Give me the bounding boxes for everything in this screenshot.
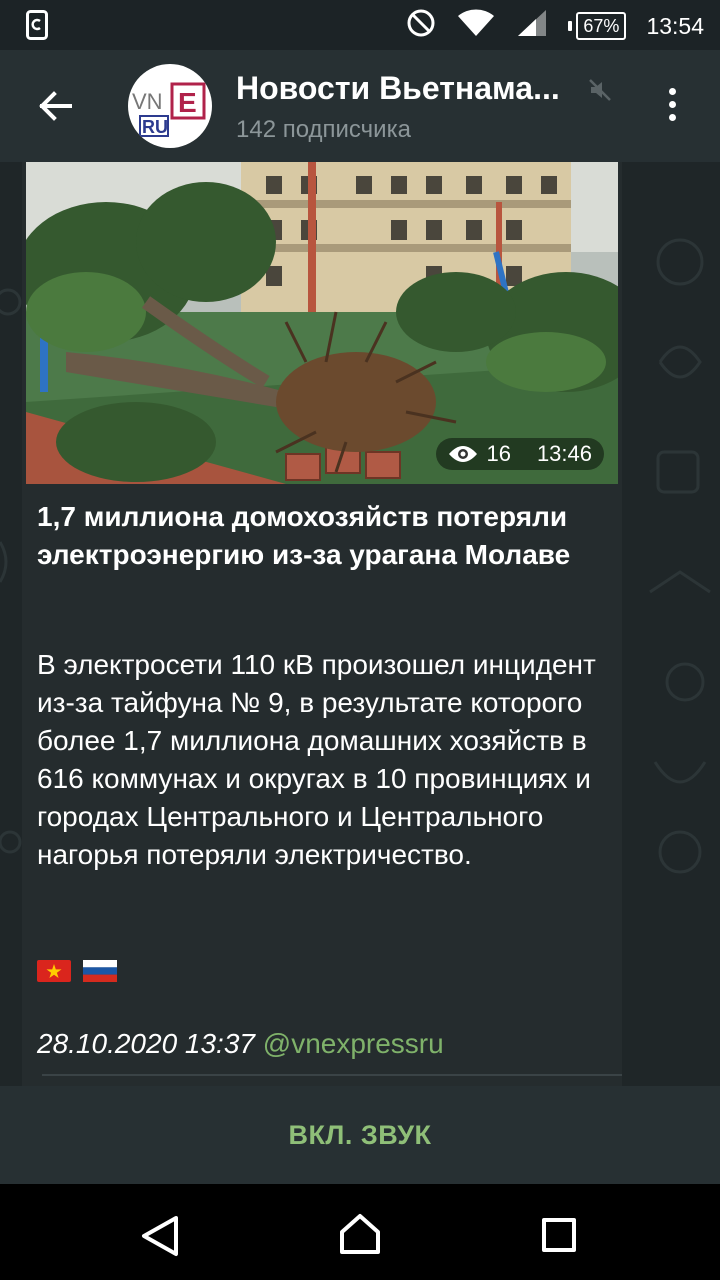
do-not-disturb-icon: [406, 8, 436, 44]
battery-tip-icon: [568, 21, 573, 31]
notification-icon: [26, 10, 48, 45]
battery-indicator: 67%: [568, 12, 627, 40]
wifi-icon: [456, 8, 496, 44]
channel-avatar[interactable]: VN E RU: [128, 64, 212, 148]
message-bubble[interactable]: 16 13:46 1,7 миллиона домохозяйств потер…: [22, 162, 622, 1086]
more-menu-icon[interactable]: [664, 88, 680, 128]
subscriber-count: 142 подписчика: [236, 116, 411, 143]
background-doodle-icon: [0, 288, 22, 854]
post-headline: 1,7 миллиона домохозяйств потеряли элект…: [37, 501, 571, 570]
nav-recents-icon[interactable]: [542, 1218, 576, 1252]
eye-icon: [449, 446, 478, 462]
channel-handle-link[interactable]: @vnexpressru: [263, 1028, 444, 1059]
avatar-vn-text: VN: [132, 89, 163, 114]
view-count-badge: 16 13:46: [436, 438, 604, 470]
muted-icon: [588, 78, 612, 107]
avatar-ru-text: RU: [142, 117, 168, 137]
avatar-e-text: E: [178, 87, 197, 118]
back-arrow-icon[interactable]: [34, 84, 78, 128]
unmute-button[interactable]: ВКЛ. ЗВУК: [288, 1120, 431, 1151]
nav-back-icon[interactable]: [138, 1214, 182, 1263]
channel-title[interactable]: Новости Вьетнама...: [236, 70, 560, 107]
storm-damage-image: [26, 162, 618, 484]
status-bar: 67% 13:54: [0, 0, 720, 50]
chat-header: VN E RU Новости Вьетнама... 142 подписчи…: [0, 50, 720, 162]
vietnam-flag-icon: [37, 960, 71, 982]
signal-icon: [516, 8, 548, 44]
background-doodle-icon: [649, 238, 711, 874]
view-count: 16: [486, 441, 511, 466]
post-photo[interactable]: 16 13:46: [26, 162, 618, 484]
divider: [42, 1074, 622, 1076]
chat-area[interactable]: 16 13:46 1,7 миллиона домохозяйств потер…: [0, 162, 720, 1086]
russia-flag-icon: [83, 960, 117, 982]
post-date: 28.10.2020 13:37: [37, 1028, 255, 1059]
system-nav-bar: [0, 1184, 720, 1280]
battery-level: 67%: [576, 12, 627, 40]
post-footer: 28.10.2020 13:37 @vnexpressru: [37, 1028, 444, 1060]
photo-timestamp: 13:46: [536, 441, 592, 466]
post-body: В электросети 110 кВ произошел инцидент …: [37, 649, 596, 870]
nav-home-icon[interactable]: [336, 1212, 384, 1261]
bottom-action-bar: ВКЛ. ЗВУК: [0, 1086, 720, 1184]
clock: 13:54: [646, 12, 704, 39]
